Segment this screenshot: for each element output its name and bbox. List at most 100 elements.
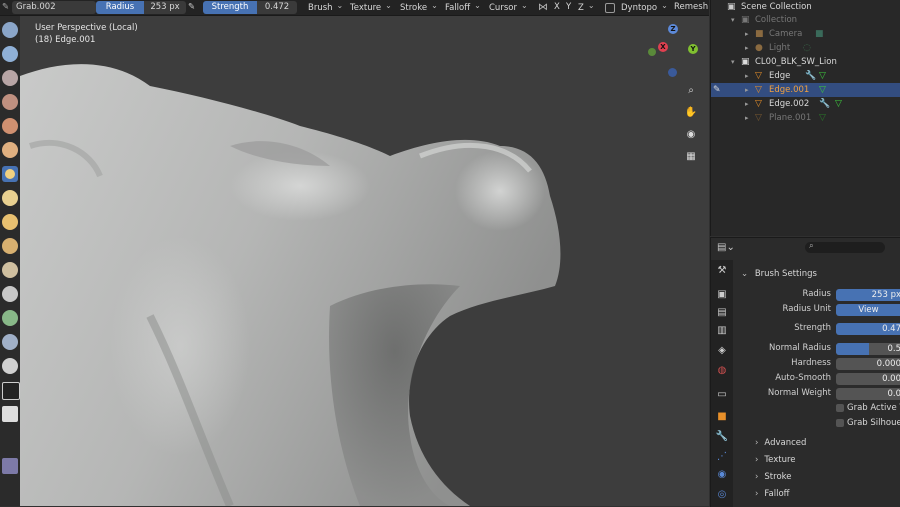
outliner-row-scene-collection[interactable]: ▣ Scene Collection xyxy=(711,0,900,14)
radius-field[interactable]: 253 px xyxy=(836,289,900,301)
texture-menu[interactable]: Texture xyxy=(350,1,392,14)
scene-collection-icon: ▣ xyxy=(727,2,736,12)
strength-field[interactable]: 0.47 xyxy=(836,323,900,335)
expand-chevron-icon[interactable]: ▸ xyxy=(745,41,749,55)
light-data-icon: ◌ xyxy=(803,43,811,53)
auto-smooth-value: 0.00 xyxy=(882,374,900,384)
cursor-menu[interactable]: Cursor xyxy=(489,1,528,14)
gizmo-neg-y[interactable] xyxy=(648,48,656,56)
tool-tab-icon[interactable]: ⚒ xyxy=(715,264,729,278)
gizmo-neg-z[interactable] xyxy=(668,68,677,77)
edit-brush-icon[interactable]: ✎ xyxy=(713,83,721,97)
outliner-row-lion-collection[interactable]: ▾ ▣ CL00_BLK_SW_Lion xyxy=(711,55,900,69)
editor-type-icon[interactable]: ▤⌄ xyxy=(717,242,735,253)
pressure-icon[interactable]: ✎ xyxy=(188,1,198,14)
perspective-grid-icon[interactable]: ▦ xyxy=(683,149,699,165)
normal-radius-value: 0.5 xyxy=(887,344,900,354)
brush-menu[interactable]: Brush xyxy=(308,1,343,14)
pose-tool-icon[interactable] xyxy=(2,238,18,254)
cloth-tool-icon[interactable] xyxy=(2,358,18,374)
perspective-label: User Perspective (Local) xyxy=(35,23,138,33)
collection-icon: ▣ xyxy=(741,15,750,25)
dyntopo-menu[interactable]: Dyntopo xyxy=(621,1,668,14)
slide-relax-tool-icon[interactable] xyxy=(2,310,18,326)
object-tab-icon[interactable]: ■ xyxy=(715,410,729,424)
constraints-tab-icon[interactable]: ◎ xyxy=(715,488,729,502)
falloff-menu[interactable]: Falloff xyxy=(445,1,481,14)
search-input[interactable]: ⌕ xyxy=(805,241,885,253)
gizmo-z-axis[interactable]: Z xyxy=(668,24,678,34)
expand-chevron-icon[interactable]: ▾ xyxy=(731,55,735,69)
brush-icon[interactable]: ✎ xyxy=(2,1,12,14)
normal-radius-slider[interactable]: 0.5 xyxy=(836,343,900,355)
radius-label[interactable]: Radius xyxy=(96,1,144,14)
radius-field[interactable]: 253 px xyxy=(144,1,186,14)
expand-chevron-icon[interactable]: ▾ xyxy=(731,13,735,27)
expand-chevron-icon[interactable]: ▸ xyxy=(745,69,749,83)
outliner-row-collection[interactable]: ▾ ▣ Collection xyxy=(711,13,900,27)
pan-hand-icon[interactable]: ✋ xyxy=(683,105,699,121)
outliner-row-edge-001[interactable]: ✎ ▸ ▽ Edge.001 ▽ xyxy=(711,83,900,97)
modifier-tab-icon[interactable]: 🔧 xyxy=(715,430,729,444)
gizmo-x-axis[interactable]: X xyxy=(658,42,668,52)
particles-tab-icon[interactable]: ⋰ xyxy=(715,450,729,464)
boundary-tool-icon[interactable] xyxy=(2,334,18,350)
radius-label: Radius xyxy=(802,289,831,299)
mask-tool-icon[interactable] xyxy=(2,382,20,400)
outliner-row-edge[interactable]: ▸ ▽ Edge 🔧 ▽ xyxy=(711,69,900,83)
annotate-tool-icon[interactable] xyxy=(2,458,18,474)
outliner-row-light[interactable]: ▸ ● Light ◌ xyxy=(711,41,900,55)
box-hide-tool-icon[interactable] xyxy=(2,406,18,422)
inflate-tool-icon[interactable] xyxy=(2,142,18,158)
expand-chevron-icon[interactable]: ▸ xyxy=(745,97,749,111)
radius-unit-value: View xyxy=(858,305,879,315)
remesh-menu[interactable]: Remesh xyxy=(674,1,708,14)
advanced-subpanel[interactable]: Advanced xyxy=(755,438,806,448)
normal-weight-field[interactable]: 0.0 xyxy=(836,388,900,400)
expand-chevron-icon[interactable]: ▸ xyxy=(745,111,749,125)
snake-hook-tool-icon[interactable] xyxy=(2,190,18,206)
outliner-row-edge-002[interactable]: ▸ ▽ Edge.002 🔧 ▽ xyxy=(711,97,900,111)
hardness-field[interactable]: 0.000 xyxy=(836,358,900,370)
expand-chevron-icon[interactable]: ▸ xyxy=(745,27,749,41)
expand-chevron-icon[interactable]: ▸ xyxy=(745,83,749,97)
draw-sharp-tool-icon[interactable] xyxy=(2,46,18,62)
strength-field[interactable]: 0.472 xyxy=(257,1,297,14)
grab-silhouette-label: Grab Silhouett xyxy=(847,418,900,428)
outliner-row-camera[interactable]: ▸ ■ Camera ■ xyxy=(711,27,900,41)
rotate-tool-icon[interactable] xyxy=(2,286,18,302)
outliner-row-plane-001[interactable]: ▸ ▽ Plane.001 ▽ xyxy=(711,111,900,125)
zoom-icon[interactable]: ⌕ xyxy=(683,83,699,99)
auto-smooth-label: Auto-Smooth xyxy=(775,373,831,383)
grab-active-vertex-checkbox[interactable] xyxy=(836,404,844,412)
falloff-subpanel[interactable]: Falloff xyxy=(755,489,789,499)
draw-tool-icon[interactable] xyxy=(2,22,18,38)
mirror-y-toggle[interactable]: Y xyxy=(566,1,571,14)
mirror-z-toggle[interactable]: Z xyxy=(578,1,595,14)
grab-tool-icon[interactable] xyxy=(2,166,18,182)
thumb-tool-icon[interactable] xyxy=(2,214,18,230)
3d-viewport[interactable]: User Perspective (Local) (18) Edge.001 Z… xyxy=(0,16,709,506)
clay-tool-icon[interactable] xyxy=(2,70,18,86)
clay-strips-tool-icon[interactable] xyxy=(2,94,18,110)
grab-silhouette-checkbox[interactable] xyxy=(836,419,844,427)
brush-name-field[interactable]: Grab.002 xyxy=(12,1,96,14)
stroke-menu[interactable]: Stroke xyxy=(400,1,438,14)
nudge-tool-icon[interactable] xyxy=(2,262,18,278)
dyntopo-checkbox[interactable] xyxy=(605,3,615,13)
mesh-object-icon: ▽ xyxy=(755,85,762,95)
tool-header: ✎ Grab.002 Radius 253 px ✎ Strength 0.47… xyxy=(0,0,709,16)
radius-unit-field[interactable]: View xyxy=(836,304,900,316)
symmetry-icon[interactable]: ⋈ xyxy=(538,1,548,14)
camera-view-icon[interactable]: ◉ xyxy=(683,127,699,143)
brush-settings-header[interactable]: ⌄ Brush Settings xyxy=(741,269,817,279)
texture-subpanel[interactable]: Texture xyxy=(755,455,795,465)
physics-tab-icon[interactable]: ◉ xyxy=(715,468,729,482)
strength-label[interactable]: Strength xyxy=(203,1,257,14)
outliner-label: Scene Collection xyxy=(741,2,812,12)
layer-tool-icon[interactable] xyxy=(2,118,18,134)
auto-smooth-field[interactable]: 0.00 xyxy=(836,373,900,385)
gizmo-y-axis[interactable]: Y xyxy=(688,44,698,54)
stroke-subpanel[interactable]: Stroke xyxy=(755,472,791,482)
mirror-x-toggle[interactable]: X xyxy=(554,1,560,14)
